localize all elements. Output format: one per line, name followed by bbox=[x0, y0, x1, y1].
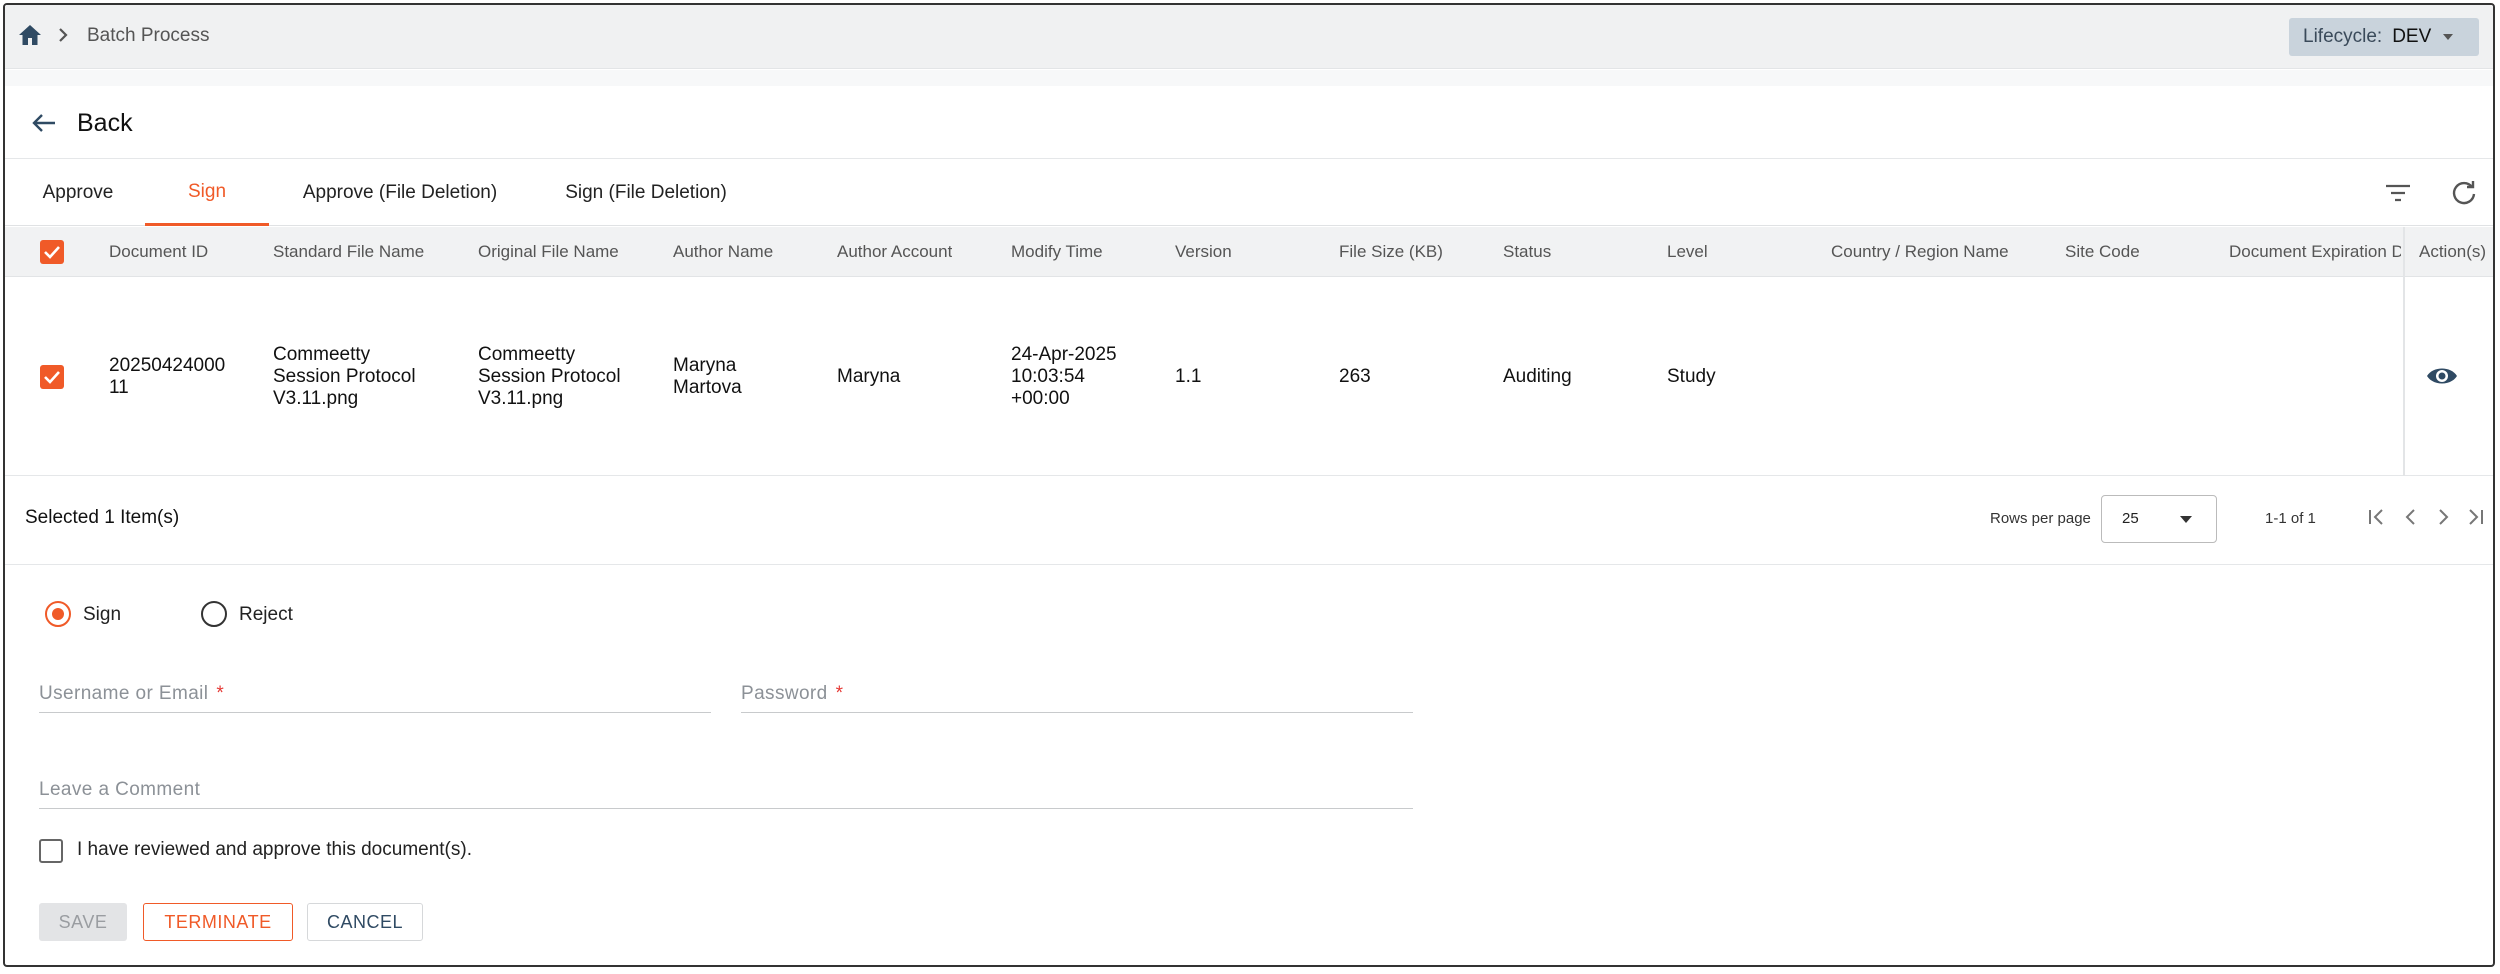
cell-standard-file-name: Commeetty Session Protocol V3.11.png bbox=[273, 278, 416, 476]
cell-line: Session Protocol bbox=[478, 366, 621, 387]
row-checkbox[interactable] bbox=[40, 365, 64, 389]
radio-sign[interactable] bbox=[45, 601, 71, 627]
cell-line: 11 bbox=[109, 377, 129, 398]
cell-line: Maryna bbox=[673, 355, 737, 376]
app-frame: Batch Process Lifecycle: DEV Back Approv… bbox=[3, 3, 2495, 967]
comment-placeholder: Leave a Comment bbox=[39, 779, 201, 800]
tab-sign-file-deletion[interactable]: Sign (File Deletion) bbox=[551, 160, 741, 226]
tab-approve[interactable]: Approve bbox=[17, 160, 139, 226]
caret-down-icon bbox=[2443, 34, 2454, 40]
home-icon[interactable] bbox=[17, 23, 43, 47]
table-header: Document ID Standard File Name Original … bbox=[5, 227, 2493, 277]
column-header[interactable]: File Size (KB) bbox=[1339, 227, 1443, 277]
cell-document-id: 20250424000 11 bbox=[109, 278, 225, 476]
cancel-button[interactable]: CANCEL bbox=[307, 903, 423, 941]
cell-line: +00:00 bbox=[1011, 388, 1070, 409]
table-row[interactable]: 20250424000 11 Commeetty Session Protoco… bbox=[5, 278, 2493, 476]
prev-page-icon[interactable] bbox=[2397, 503, 2425, 531]
tab-sign[interactable]: Sign bbox=[145, 160, 269, 226]
caret-down-icon bbox=[2180, 516, 2192, 523]
cell-status: Auditing bbox=[1503, 366, 1572, 387]
save-button[interactable]: SAVE bbox=[39, 903, 127, 941]
required-mark: * bbox=[216, 683, 225, 704]
cell-line: Commeetty bbox=[478, 344, 576, 365]
cell-original-file-name: Commeetty Session Protocol V3.11.png bbox=[478, 278, 621, 476]
column-header[interactable]: Original File Name bbox=[478, 227, 619, 277]
column-header[interactable]: Country / Region Name bbox=[1831, 227, 2009, 277]
cell-modify-time: 24-Apr-2025 10:03:54 +00:00 bbox=[1011, 278, 1117, 476]
column-header[interactable]: Author Account bbox=[837, 227, 952, 277]
cell-file-size: 263 bbox=[1339, 366, 1371, 387]
tab-bar: Approve Sign Approve (File Deletion) Sig… bbox=[5, 160, 2493, 226]
arrow-left-icon[interactable] bbox=[29, 109, 59, 137]
password-placeholder: Password * bbox=[741, 683, 843, 705]
eye-icon[interactable] bbox=[2425, 363, 2459, 389]
password-field[interactable]: Password * bbox=[741, 683, 1413, 713]
cell-line: Martova bbox=[673, 377, 742, 398]
table-footer: Selected 1 Item(s) Rows per page 25 1-1 … bbox=[5, 477, 2493, 565]
agree-label[interactable]: I have reviewed and approve this documen… bbox=[77, 839, 472, 861]
username-placeholder: Username or Email * bbox=[39, 683, 224, 705]
lifecycle-value: DEV bbox=[2392, 26, 2432, 47]
cell-line: Session Protocol bbox=[273, 366, 416, 387]
next-page-icon[interactable] bbox=[2429, 503, 2457, 531]
comment-field[interactable]: Leave a Comment bbox=[39, 779, 1413, 809]
first-page-icon[interactable] bbox=[2363, 503, 2391, 531]
username-field[interactable]: Username or Email * bbox=[39, 683, 711, 713]
cell-line: 24-Apr-2025 bbox=[1011, 344, 1117, 365]
cell-line: V3.11.png bbox=[478, 388, 564, 409]
chevron-right-icon bbox=[53, 23, 73, 47]
required-mark: * bbox=[835, 683, 844, 704]
cell-line: V3.11.png bbox=[273, 388, 359, 409]
cell-line: 20250424000 bbox=[109, 355, 226, 376]
back-button[interactable]: Back bbox=[77, 107, 133, 139]
breadcrumb-current: Batch Process bbox=[87, 25, 210, 46]
page-info: 1-1 of 1 bbox=[2265, 510, 2316, 527]
column-header[interactable]: Document ID bbox=[109, 227, 208, 277]
column-header[interactable]: Document Expiration D bbox=[2229, 227, 2401, 277]
column-header[interactable]: Level bbox=[1667, 227, 1708, 277]
column-header[interactable]: Status bbox=[1503, 227, 1551, 277]
last-page-icon[interactable] bbox=[2461, 503, 2489, 531]
column-header[interactable]: Version bbox=[1175, 227, 1232, 277]
password-placeholder-text: Password bbox=[741, 683, 828, 704]
rows-per-page-select[interactable]: 25 bbox=[2101, 495, 2217, 543]
column-header[interactable]: Standard File Name bbox=[273, 227, 424, 277]
lifecycle-label: Lifecycle: bbox=[2303, 26, 2383, 47]
rows-per-page-value: 25 bbox=[2122, 510, 2139, 527]
select-all-checkbox[interactable] bbox=[40, 240, 64, 264]
top-bar: Batch Process Lifecycle: DEV bbox=[5, 5, 2493, 69]
cell-author-name: Maryna Martova bbox=[673, 278, 742, 476]
cell-level: Study bbox=[1667, 366, 1716, 387]
lifecycle-dropdown[interactable]: Lifecycle: DEV bbox=[2289, 18, 2479, 56]
username-placeholder-text: Username or Email bbox=[39, 683, 209, 704]
column-header[interactable]: Author Name bbox=[673, 227, 773, 277]
selected-count: Selected 1 Item(s) bbox=[25, 507, 180, 528]
radio-reject-label[interactable]: Reject bbox=[239, 604, 293, 626]
cell-line: Commeetty bbox=[273, 344, 371, 365]
rows-per-page-label: Rows per page bbox=[1990, 510, 2091, 527]
filter-icon[interactable] bbox=[2381, 177, 2415, 209]
terminate-button[interactable]: TERMINATE bbox=[143, 903, 293, 941]
cell-line: 10:03:54 bbox=[1011, 366, 1085, 387]
cell-version: 1.1 bbox=[1175, 366, 1202, 387]
tab-approve-file-deletion[interactable]: Approve (File Deletion) bbox=[287, 160, 513, 226]
refresh-icon[interactable] bbox=[2447, 177, 2481, 209]
cell-author-account: Maryna bbox=[837, 366, 901, 387]
actions-column bbox=[2403, 227, 2493, 476]
agree-checkbox[interactable] bbox=[39, 839, 63, 863]
header-spacer bbox=[5, 70, 2493, 86]
radio-reject[interactable] bbox=[201, 601, 227, 627]
back-row: Back bbox=[5, 87, 2493, 159]
radio-sign-label[interactable]: Sign bbox=[83, 604, 121, 626]
column-header[interactable]: Modify Time bbox=[1011, 227, 1103, 277]
column-header[interactable]: Site Code bbox=[2065, 227, 2140, 277]
